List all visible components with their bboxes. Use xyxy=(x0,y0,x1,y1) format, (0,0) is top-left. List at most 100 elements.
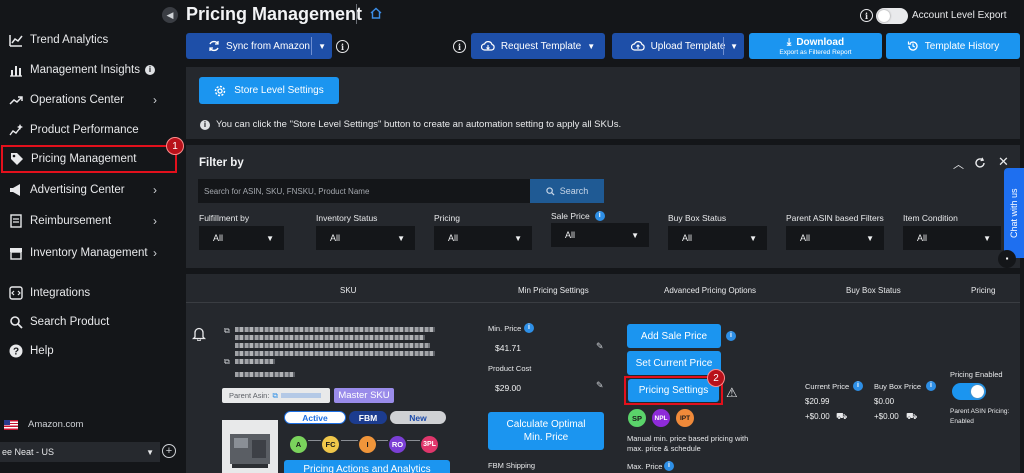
max-price-label: Max. Price xyxy=(627,462,663,471)
add-sale-price-button[interactable]: Add Sale Price xyxy=(627,324,721,348)
sidebar-collapse-button[interactable]: ◀ xyxy=(162,7,178,23)
sidebar-item-product-performance[interactable]: Product Performance xyxy=(0,117,176,143)
buy-box-price-value: $0.00 xyxy=(874,397,895,406)
info-icon[interactable]: i xyxy=(860,9,873,22)
caret-down-icon: ▼ xyxy=(749,233,757,243)
filter-pricing-select[interactable]: All ▼ xyxy=(434,226,532,250)
page-title: Pricing Management xyxy=(186,4,363,24)
chart-line-icon xyxy=(8,32,24,48)
master-sku-chip[interactable]: Master SKU xyxy=(334,388,394,403)
filter-fulfillment-select[interactable]: All ▼ xyxy=(199,226,284,250)
info-icon[interactable]: i xyxy=(726,331,736,341)
caret-down-icon[interactable]: ▼ xyxy=(318,42,326,51)
receipt-icon xyxy=(8,213,24,229)
sidebar-item-label: Pricing Management xyxy=(31,153,137,165)
caret-down-icon[interactable]: ▼ xyxy=(730,42,738,51)
download-button[interactable]: ⤓ Download Export as Filtered Report xyxy=(749,33,882,59)
chevron-right-icon: › xyxy=(153,93,157,107)
calculate-optimal-min-price-button[interactable]: Calculate Optimal Min. Price xyxy=(488,412,604,450)
sidebar-item-label: Operations Center xyxy=(30,94,124,106)
external-link-icon[interactable]: ⧉ xyxy=(224,326,230,336)
filter-title: Filter by xyxy=(199,157,244,169)
store-level-settings-button[interactable]: Store Level Settings xyxy=(199,77,339,104)
caret-down-icon: ▼ xyxy=(146,447,154,457)
request-template-button[interactable]: Request Template ▼ xyxy=(471,33,605,59)
truck-icon: ⛟ xyxy=(906,411,918,421)
search-input[interactable]: Search for ASIN, SKU, FNSKU, Product Nam… xyxy=(198,179,530,203)
upload-template-button[interactable]: Upload Template ▼ xyxy=(612,33,744,59)
filter-parent-asin-select[interactable]: All ▼ xyxy=(786,226,884,250)
info-icon[interactable]: i xyxy=(336,40,349,53)
home-icon[interactable] xyxy=(370,7,382,19)
bell-icon[interactable] xyxy=(192,326,206,341)
sidebar-item-inventory-management[interactable]: Inventory Management › xyxy=(0,240,176,266)
sidebar-item-management-insights[interactable]: Management Insights i xyxy=(0,57,176,83)
info-icon[interactable]: i xyxy=(524,323,534,333)
external-link-icon[interactable]: ⧉ xyxy=(224,357,230,367)
edit-pencil-icon[interactable]: ✎ xyxy=(596,341,604,352)
current-price-label: Current Price xyxy=(805,382,850,391)
filter-buy-box-status-select[interactable]: All ▼ xyxy=(668,226,767,250)
sidebar-item-trend-analytics[interactable]: Trend Analytics xyxy=(0,27,176,53)
current-shipping-value: +$0.00 xyxy=(805,412,830,421)
sidebar-item-label: Search Product xyxy=(30,316,110,328)
download-icon: ⤓ xyxy=(786,36,792,48)
sidebar-item-label: Advertising Center xyxy=(30,184,125,196)
sidebar-item-help[interactable]: ? Help xyxy=(0,338,176,364)
edit-pencil-icon[interactable]: ✎ xyxy=(596,380,604,391)
search-button[interactable]: Search xyxy=(530,179,604,203)
info-icon[interactable]: i xyxy=(664,461,674,471)
help-icon: ? xyxy=(8,343,24,359)
pricing-settings-button[interactable]: Pricing Settings xyxy=(628,379,719,402)
info-icon[interactable]: i xyxy=(926,381,936,391)
template-history-button[interactable]: Template History xyxy=(886,33,1020,59)
refresh-icon[interactable] xyxy=(974,157,986,169)
info-icon[interactable]: i xyxy=(144,65,155,75)
history-icon xyxy=(907,41,918,51)
account-export-toggle[interactable] xyxy=(876,8,908,24)
store-select[interactable]: ee Neat - US ▼ xyxy=(0,442,160,462)
price-tag-icon xyxy=(9,151,25,167)
caret-down-icon: ▼ xyxy=(397,233,405,243)
chat-bubble-icon[interactable]: ▪ xyxy=(998,250,1016,268)
status-badge-new: New xyxy=(390,411,446,424)
integrations-icon xyxy=(8,285,24,301)
sidebar-item-label: Trend Analytics xyxy=(30,34,109,46)
chat-with-us-tab[interactable]: Chat with us xyxy=(1004,168,1024,258)
sidebar-item-label: Reimbursement xyxy=(30,215,112,227)
parent-asin-chip[interactable]: Parent Asin: ⧉ xyxy=(222,388,330,403)
gear-icon xyxy=(215,85,226,96)
sidebar-item-integrations[interactable]: Integrations xyxy=(0,280,176,306)
sidebar-item-search-product[interactable]: Search Product xyxy=(0,309,176,335)
filter-inventory-status-select[interactable]: All ▼ xyxy=(316,226,415,250)
set-current-price-button[interactable]: Set Current Price xyxy=(627,351,721,375)
filter-item-condition-select[interactable]: All ▼ xyxy=(903,226,1001,250)
info-icon[interactable]: i xyxy=(594,211,605,221)
chevron-up-icon[interactable]: ︿ xyxy=(953,156,964,172)
us-flag-icon xyxy=(4,419,18,430)
megaphone-icon xyxy=(8,182,24,198)
pricing-actions-button[interactable]: Pricing Actions and Analytics xyxy=(284,460,450,473)
caret-down-icon: ▼ xyxy=(983,233,991,243)
caret-down-icon: ▼ xyxy=(587,41,596,51)
add-store-button[interactable]: + xyxy=(162,444,176,458)
filter-label-sale-price: Sale Price i xyxy=(551,211,605,221)
column-header-pricing: Pricing xyxy=(971,286,996,295)
filter-sale-price-select[interactable]: All ▼ xyxy=(551,223,649,247)
product-image[interactable] xyxy=(222,420,278,473)
filter-label-fulfillment: Fulfillment by xyxy=(199,213,250,223)
pricing-enabled-toggle[interactable] xyxy=(952,383,986,400)
sidebar-item-advertising-center[interactable]: Advertising Center › xyxy=(0,177,176,203)
box-icon xyxy=(8,245,24,261)
sidebar-item-pricing-management[interactable]: Pricing Management xyxy=(1,145,177,173)
sidebar: ◀ Trend Analytics Management Insights i … xyxy=(0,0,184,473)
sidebar-item-operations-center[interactable]: Operations Center › xyxy=(0,87,176,113)
sync-icon xyxy=(209,40,219,52)
filter-label-parent-asin: Parent ASIN based Filters xyxy=(786,213,884,223)
sync-from-amazon-button[interactable]: Sync from Amazon ▼ xyxy=(186,33,332,59)
info-icon[interactable]: i xyxy=(853,381,863,391)
sidebar-item-reimbursement[interactable]: Reimbursement › xyxy=(0,208,176,234)
info-icon[interactable]: i xyxy=(453,40,466,53)
warning-icon[interactable]: ⚠ xyxy=(726,385,738,401)
min-price-label: Min. Price xyxy=(488,324,522,333)
